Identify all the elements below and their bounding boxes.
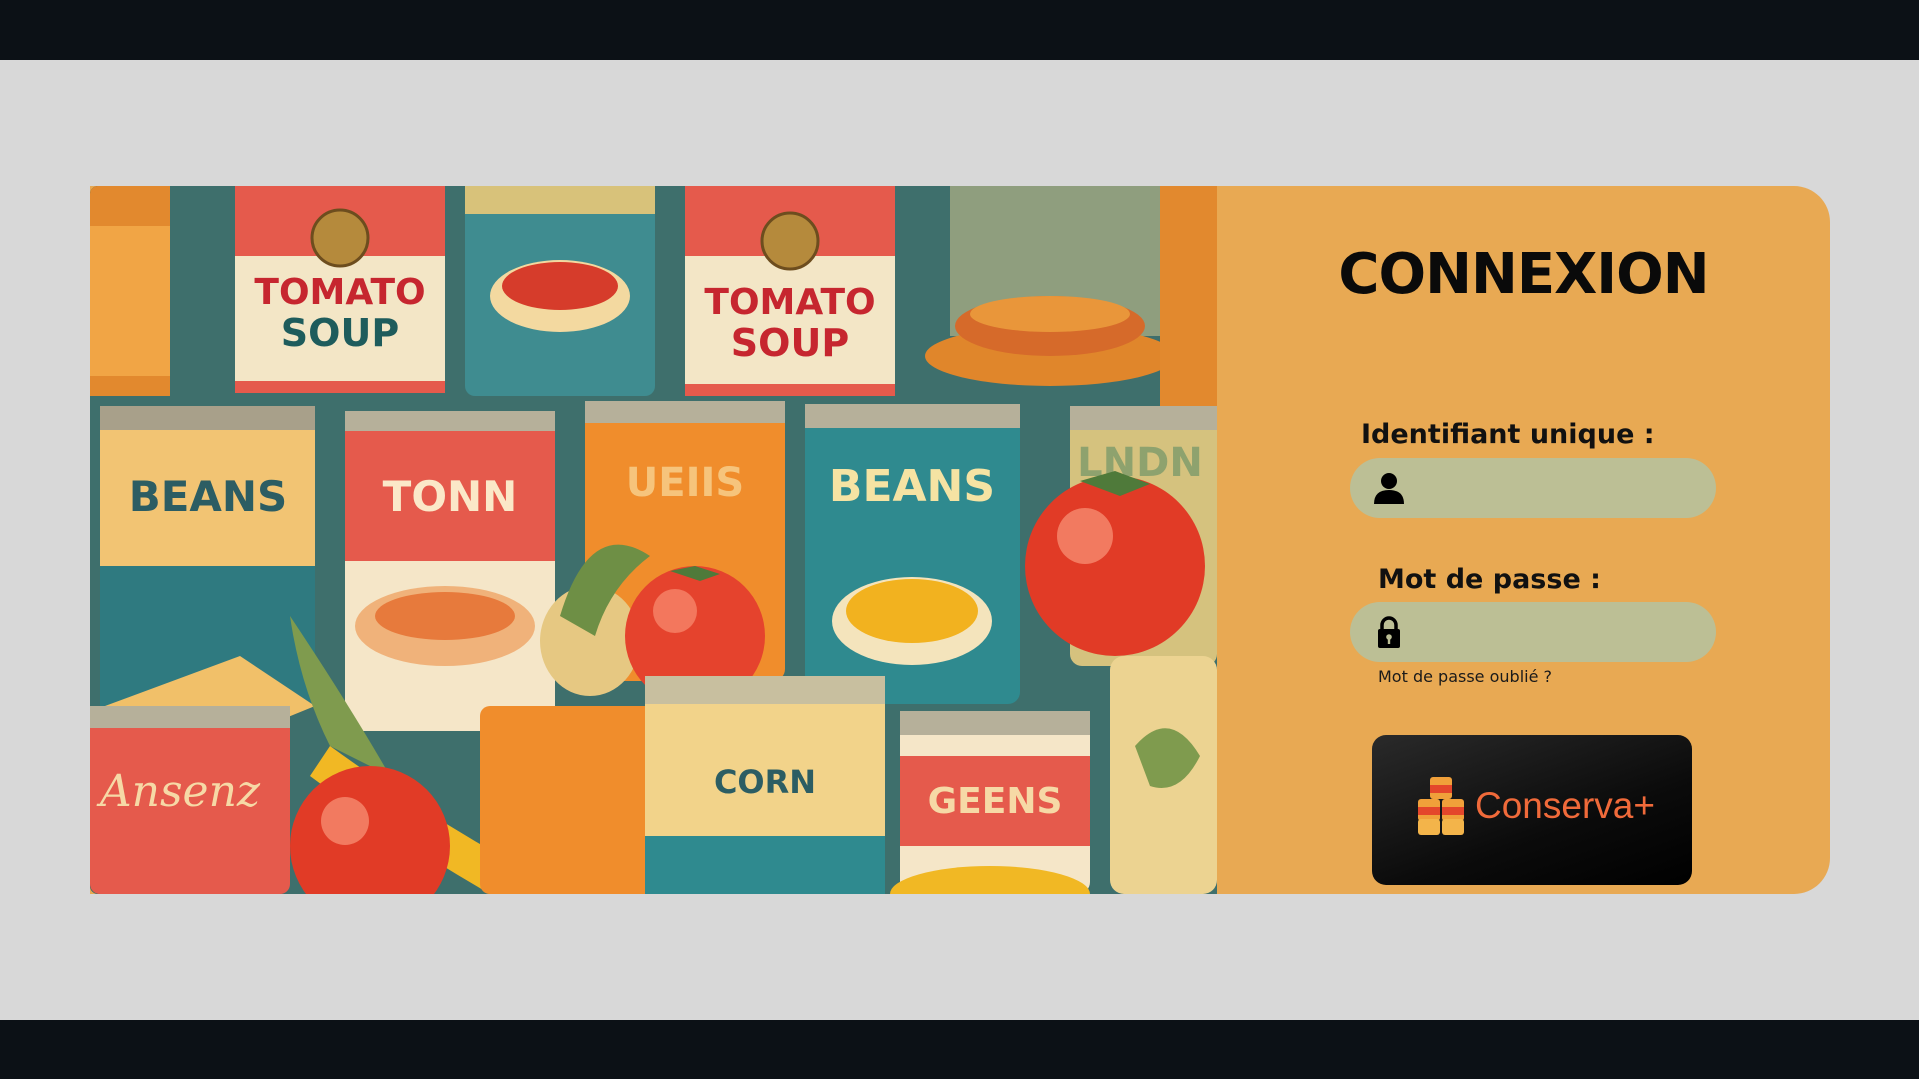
can-label: BEANS [129,472,288,521]
can-label: TOMATO [704,282,875,323]
canned-food-artwork: TOMATO SOUP TOMATO SOUP BEANS TONN UEIIS… [90,186,1217,894]
brand-name: Conserva+ [1475,785,1655,826]
beans-can: BEANS [100,406,315,706]
bottom-letterbox [0,1020,1919,1079]
beans-can: BEANS [805,404,1020,704]
identifier-label: Identifiant unique : [1361,419,1655,450]
can-label: BEANS [829,461,995,512]
login-panel: CONNEXION Identifiant unique : Mot de pa… [1217,186,1830,894]
can-label: UEIIS [626,460,744,506]
can-label: TOMATO [254,272,425,313]
tomato-soup-can: TOMATO SOUP [685,186,895,396]
can-label: SOUP [281,311,399,355]
identifier-field[interactable] [1350,458,1716,520]
user-icon [1374,473,1404,504]
password-label: Mot de passe : [1378,564,1601,595]
stacked-cans-icon [1418,777,1464,835]
identifier-input[interactable] [1424,458,1698,520]
can-label: CORN [714,763,816,801]
login-card: TOMATO SOUP TOMATO SOUP BEANS TONN UEIIS… [90,186,1830,894]
forgot-password-link[interactable]: Mot de passe oublié ? [1378,667,1552,686]
conserva-login-button[interactable]: Conserva+ [1372,735,1692,885]
svg-text:Ansenz: Ansenz [96,766,261,817]
corn-can: CORN [645,676,885,894]
can-label: TONN [383,472,518,521]
tomato-soup-can: TOMATO SOUP [235,186,445,393]
password-field[interactable] [1350,602,1716,664]
lock-icon [1378,616,1400,648]
can-label: GEENS [928,781,1063,822]
password-input[interactable] [1424,602,1698,664]
page-title: CONNEXION [1338,242,1709,307]
red-can: Ansenz [90,706,290,894]
top-letterbox [0,0,1919,60]
red-can: TONN [345,411,555,731]
can-label: SOUP [731,321,849,365]
canned-food-illustration: TOMATO SOUP TOMATO SOUP BEANS TONN UEIIS… [90,186,1217,894]
